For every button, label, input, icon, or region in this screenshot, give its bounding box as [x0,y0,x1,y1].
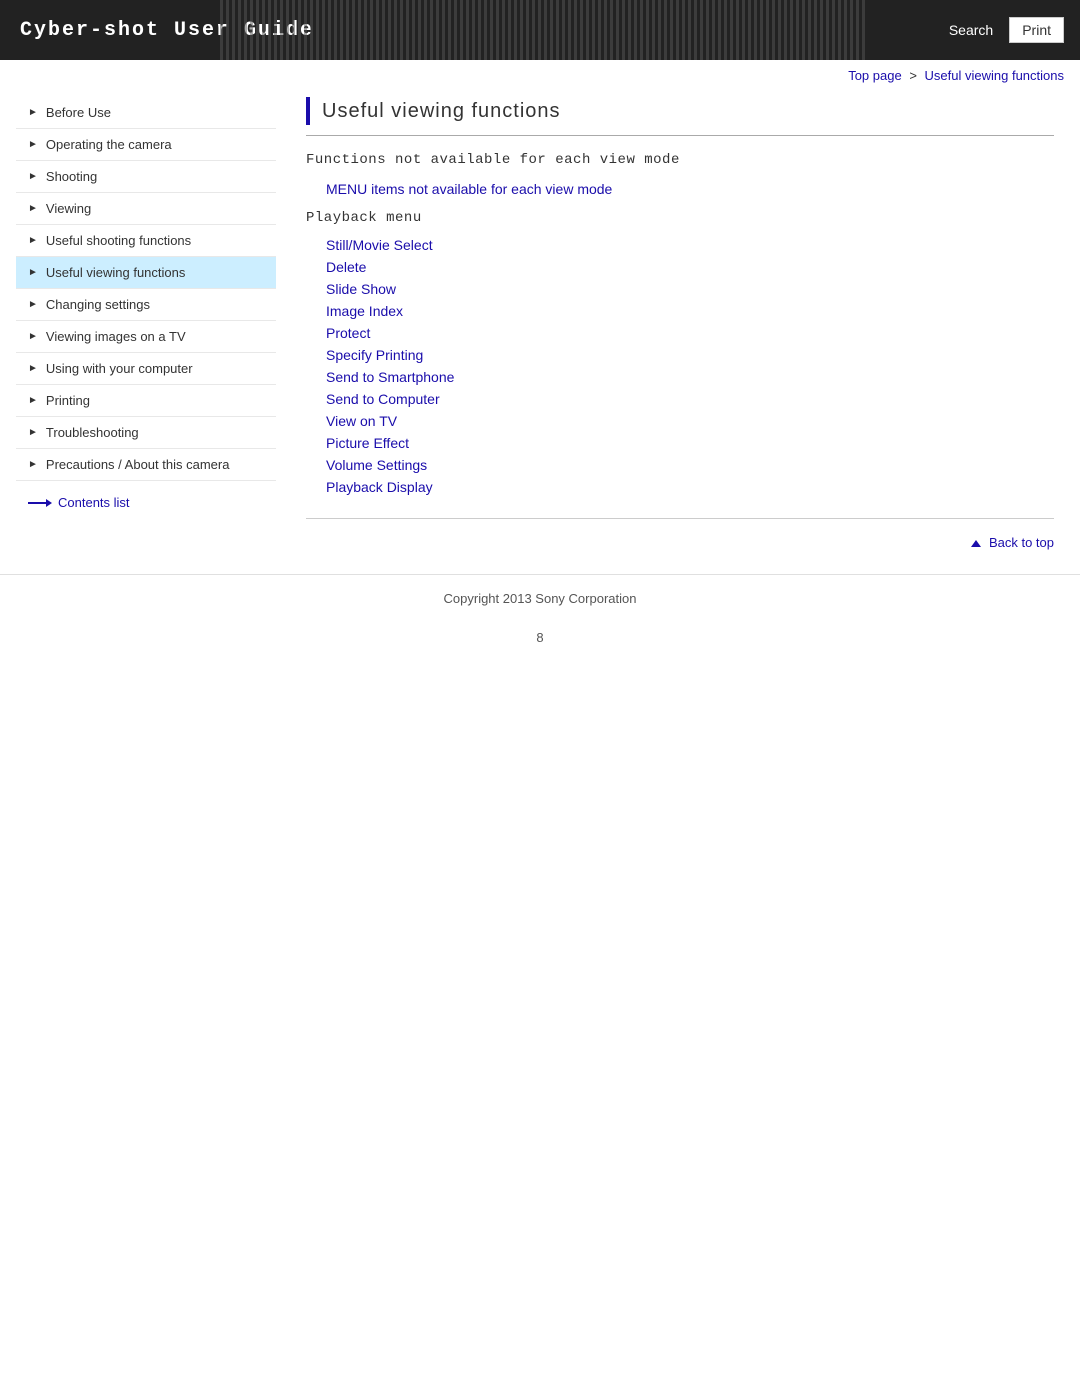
sidebar-item-useful-shooting-functions[interactable]: ► Useful shooting functions [16,225,276,257]
section1-title: Functions not available for each view mo… [306,152,1054,168]
copyright-text: Copyright 2013 Sony Corporation [444,591,637,606]
playback-link-7[interactable]: Send to Computer [306,388,1054,410]
header: Cyber-shot User Guide [0,0,1080,60]
chevron-right-icon: ► [28,235,38,246]
menu-items-link[interactable]: MENU items not available for each view m… [306,178,1054,200]
chevron-right-icon: ► [28,427,38,438]
search-button[interactable]: Search [941,18,1001,42]
page-title: Useful viewing functions [322,100,561,123]
chevron-right-icon: ► [28,139,38,150]
page-number: 8 [0,622,1080,653]
playback-link-2[interactable]: Slide Show [306,278,1054,300]
breadcrumb-top-link[interactable]: Top page [848,68,902,83]
chevron-right-icon: ► [28,107,38,118]
breadcrumb-separator: > [909,68,917,83]
sidebar-item-printing[interactable]: ► Printing [16,385,276,417]
playback-link-4[interactable]: Protect [306,322,1054,344]
sidebar-item-before-use[interactable]: ► Before Use [16,97,276,129]
chevron-right-icon: ► [28,171,38,182]
chevron-right-icon: ► [28,203,38,214]
header-actions: Search Print [941,0,1080,60]
sidebar-item-viewing-on-tv[interactable]: ► Viewing images on a TV [16,321,276,353]
sidebar-item-shooting[interactable]: ► Shooting [16,161,276,193]
breadcrumb-current-link[interactable]: Useful viewing functions [925,68,1064,83]
chevron-right-icon: ► [28,267,38,278]
section2-title: Playback menu [306,210,1054,226]
arrow-right-icon [28,498,52,508]
contents-list-link[interactable]: Contents list [16,481,276,514]
breadcrumb: Top page > Useful viewing functions [0,60,1080,87]
page-heading: Useful viewing functions [306,97,1054,136]
sidebar-item-using-computer[interactable]: ► Using with your computer [16,353,276,385]
playback-link-8[interactable]: View on TV [306,410,1054,432]
sidebar-item-operating-camera[interactable]: ► Operating the camera [16,129,276,161]
sidebar-item-troubleshooting[interactable]: ► Troubleshooting [16,417,276,449]
chevron-right-icon: ► [28,395,38,406]
header-stripes [220,0,960,60]
chevron-right-icon: ► [28,331,38,342]
sidebar-item-useful-viewing-functions[interactable]: ► Useful viewing functions [16,257,276,289]
sidebar: ► Before Use ► Operating the camera ► Sh… [16,97,276,554]
playback-link-11[interactable]: Playback Display [306,476,1054,498]
content-area: Useful viewing functions Functions not a… [296,97,1064,554]
playback-link-9[interactable]: Picture Effect [306,432,1054,454]
playback-link-3[interactable]: Image Index [306,300,1054,322]
playback-link-1[interactable]: Delete [306,256,1054,278]
back-to-top-link[interactable]: Back to top [971,535,1054,550]
chevron-right-icon: ► [28,459,38,470]
playback-link-6[interactable]: Send to Smartphone [306,366,1054,388]
back-to-top: Back to top [306,518,1054,554]
triangle-up-icon [971,540,981,547]
playback-link-0[interactable]: Still/Movie Select [306,234,1054,256]
sidebar-item-changing-settings[interactable]: ► Changing settings [16,289,276,321]
print-button[interactable]: Print [1009,17,1064,43]
main-layout: ► Before Use ► Operating the camera ► Sh… [0,87,1080,564]
chevron-right-icon: ► [28,299,38,310]
chevron-right-icon: ► [28,363,38,374]
heading-bar [306,97,310,125]
sidebar-item-precautions[interactable]: ► Precautions / About this camera [16,449,276,481]
playback-link-5[interactable]: Specify Printing [306,344,1054,366]
sidebar-item-viewing[interactable]: ► Viewing [16,193,276,225]
playback-link-10[interactable]: Volume Settings [306,454,1054,476]
footer: Copyright 2013 Sony Corporation [0,574,1080,622]
